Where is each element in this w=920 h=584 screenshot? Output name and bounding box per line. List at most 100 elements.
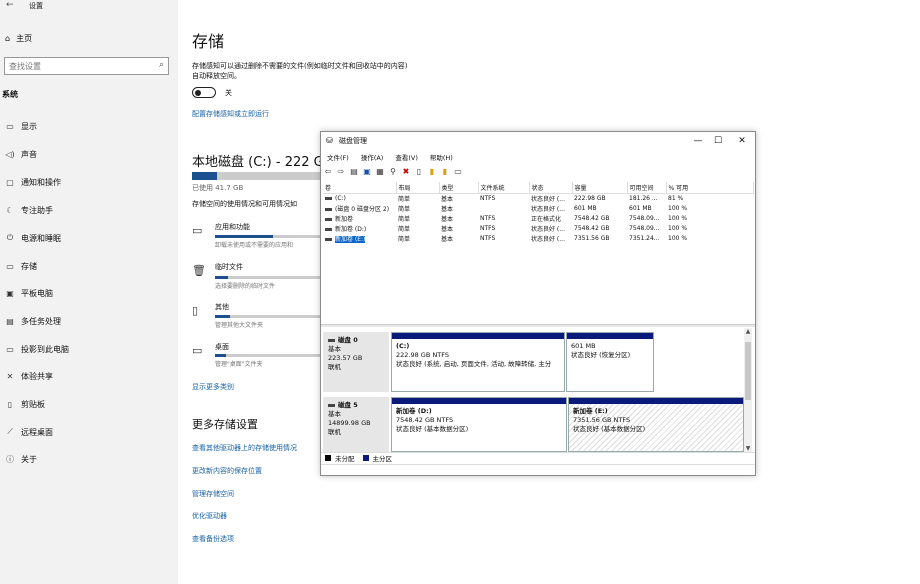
disk-management-titlebar[interactable]: ⛁ 磁盘管理 — ☐ ✕ (321, 132, 755, 150)
table-row[interactable]: 新加卷 简单 基本 NTFS 正在格式化 7548.42 GB 7548.09... 100 … (323, 213, 753, 223)
category-title[interactable]: 其他 (215, 302, 229, 312)
scroll-down-icon[interactable]: ▼ (744, 445, 752, 452)
more-link-backup-options[interactable]: 查看备份选项 (192, 534, 234, 544)
partition-body: 新加卷 (E:) 7351.56 GB NTFS 状态良好 (基本数据分区) (569, 404, 743, 451)
table-cell: 7548.09... (629, 214, 660, 222)
delete-icon[interactable]: ✖ (401, 167, 411, 176)
column-header[interactable]: 状态 (529, 182, 573, 194)
forward-icon[interactable]: ⇨ (336, 167, 346, 176)
close-button[interactable]: ✕ (735, 134, 749, 148)
back-icon[interactable]: ⇦ (323, 167, 333, 176)
sidebar-item-multitasking[interactable]: ▤ 多任务处理 (3, 313, 173, 329)
disk-pane-scrollbar[interactable]: ▲ ▼ (744, 328, 752, 452)
search-input[interactable] (5, 58, 145, 74)
partition-fs: 601 MB (571, 342, 596, 350)
table-row[interactable]: (C:) 简单 基本 NTFS 状态良好 (... 222.98 GB 181.26 ...… (323, 193, 753, 203)
table-row[interactable]: 新加卷 (D:) 简单 基本 NTFS 状态良好 (... 7548.42 GB 7548.… (323, 223, 753, 233)
search-box[interactable]: ⌕ (4, 57, 169, 75)
more-link-optimize-drives[interactable]: 优化驱动器 (192, 511, 227, 521)
category-subtitle: 管理其他大文件夹 (215, 322, 264, 329)
category-title[interactable]: 临时文件 (215, 262, 243, 272)
sidebar-item-clipboard[interactable]: ▯ 剪贴板 (3, 396, 173, 412)
volume-cell: (磁盘 0 磁盘分区 2) (323, 203, 396, 213)
sidebar-item-shared-experiences[interactable]: ✕ 体验共享 (3, 368, 173, 384)
sidebar-item-tablet[interactable]: ▣ 平板电脑 (3, 285, 173, 301)
column-header[interactable]: % 可用 (666, 182, 754, 194)
help-icon[interactable]: ▣ (362, 167, 372, 176)
maximize-button[interactable]: ☐ (711, 134, 725, 148)
clipboard-icon: ▯ (7, 399, 13, 409)
configure-storage-sense-link[interactable]: 配置存储感知或立即运行 (192, 109, 269, 119)
volume-name: 新加卷 (335, 215, 354, 223)
shared-experience-icon: ✕ (6, 371, 14, 381)
column-header[interactable]: 布局 (396, 182, 440, 194)
partition-state: 状态良好 (恢复分区) (571, 351, 631, 359)
settings-titlebar: ← 设置 (0, 0, 178, 12)
category-title[interactable]: 应用和功能 (215, 222, 250, 232)
sidebar-item-sound[interactable]: ◁) 声音 (3, 146, 173, 162)
category-bar-fill (215, 276, 228, 279)
column-header[interactable]: 卷 (323, 182, 397, 194)
settings-view-icon[interactable]: ▭ (453, 167, 463, 176)
storage-sense-description: 存储感知可以通过删除不需要的文件(例如临时文件和回收站中的内容) (192, 62, 408, 70)
category-bar (215, 315, 320, 318)
column-header[interactable]: 类型 (439, 182, 479, 194)
sidebar-item-power[interactable]: ⏻ 电源和睡眠 (3, 230, 173, 246)
menu-file[interactable]: 文件(F) (321, 152, 355, 164)
table-row[interactable]: (磁盘 0 磁盘分区 2) 简单 基本 状态良好 (... 601 MB 601 MB 10… (323, 203, 753, 213)
sidebar-item-notifications[interactable]: ▢ 通知和操作 (3, 174, 173, 190)
more-link-other-drives[interactable]: 查看其他驱动器上的存储使用情况 (192, 443, 297, 453)
pane-divider[interactable] (321, 324, 755, 327)
sidebar-item-remote-desktop[interactable]: ⟋ 远程桌面 (3, 424, 173, 440)
disk-label[interactable]: 磁盘 0 基本 223.57 GB 联机 (323, 332, 389, 392)
menu-view[interactable]: 查看(V) (389, 152, 424, 164)
column-header[interactable]: 可用空间 (627, 182, 667, 194)
partition-block[interactable]: (C:) 222.98 GB NTFS 状态良好 (系统, 启动, 页面文件, … (391, 332, 565, 392)
table-view-icon[interactable]: ▦ (375, 167, 385, 176)
table-cell: 222.98 GB (574, 194, 606, 202)
category-title[interactable]: 桌面 (215, 342, 229, 352)
nav-label: 通知和操作 (21, 177, 61, 187)
table-cell: 状态良好 (... (531, 195, 565, 203)
minimize-button[interactable]: — (691, 134, 705, 148)
search-icon[interactable]: ⌕ (159, 60, 164, 70)
volume-icon (325, 207, 332, 211)
show-more-categories-link[interactable]: 显示更多类别 (192, 382, 234, 392)
storage-icon: ▭ (6, 261, 14, 271)
toggle-state-label: 关 (225, 89, 232, 97)
toolbar: ⇦ ⇨ ▤ ▣ ▦ ⚲ ✖ ▯ ▮ ▮ ▭ (323, 164, 463, 178)
storage-sense-toggle[interactable] (192, 87, 216, 98)
legend-label: 未分配 (335, 454, 355, 463)
partition-block[interactable]: 新加卷 (D:) 7548.42 GB NTFS 状态良好 (基本数据分区) (391, 397, 567, 452)
home-nav-item[interactable]: ⌂ 主页 (5, 33, 32, 44)
table-cell: 简单 (398, 215, 411, 223)
more-link-save-location[interactable]: 更改新内容的保存位置 (192, 466, 262, 476)
table-row[interactable]: 新加卷 (E:) 简单 基本 NTFS 状态良好 (... 7351.56 GB 7351.… (323, 233, 753, 243)
sidebar-item-about[interactable]: ⓘ 关于 (3, 451, 173, 467)
menu-help[interactable]: 帮助(H) (424, 152, 459, 164)
disk-name: 磁盘 5 (328, 401, 384, 410)
explore-icon[interactable]: ▮ (440, 167, 450, 176)
multitask-icon: ▤ (6, 316, 14, 326)
column-header[interactable]: 文件系统 (478, 182, 530, 194)
sidebar-item-display[interactable]: ▭ 显示 (3, 118, 173, 134)
tablet-icon: ▣ (6, 288, 14, 298)
sidebar-item-storage[interactable]: ▭ 存储 (3, 258, 173, 274)
disk-label[interactable]: 磁盘 5 基本 14899.98 GB 联机 (323, 397, 389, 452)
open-icon[interactable]: ▮ (427, 167, 437, 176)
list-view-icon[interactable]: ▤ (349, 167, 359, 176)
menu-action[interactable]: 操作(A) (355, 152, 390, 164)
properties-icon[interactable]: ▯ (414, 167, 424, 176)
sidebar-item-projecting[interactable]: ▭ 投影到此电脑 (3, 341, 173, 357)
back-arrow-icon[interactable]: ← (6, 0, 14, 10)
connect-icon[interactable]: ⚲ (388, 167, 398, 176)
partition-block[interactable]: 新加卷 (E:) 7351.56 GB NTFS 状态良好 (基本数据分区) (568, 397, 744, 452)
apps-icon: ▭ (192, 224, 203, 237)
sidebar-item-focus-assist[interactable]: ☾ 专注助手 (3, 202, 173, 218)
partition-block[interactable]: 601 MB 状态良好 (恢复分区) (566, 332, 654, 392)
scroll-thumb[interactable] (745, 342, 751, 400)
app-title: 设置 (29, 2, 43, 10)
column-header[interactable]: 容量 (572, 182, 628, 194)
scroll-up-icon[interactable]: ▲ (744, 328, 752, 335)
more-link-storage-spaces[interactable]: 管理存储空间 (192, 489, 234, 499)
